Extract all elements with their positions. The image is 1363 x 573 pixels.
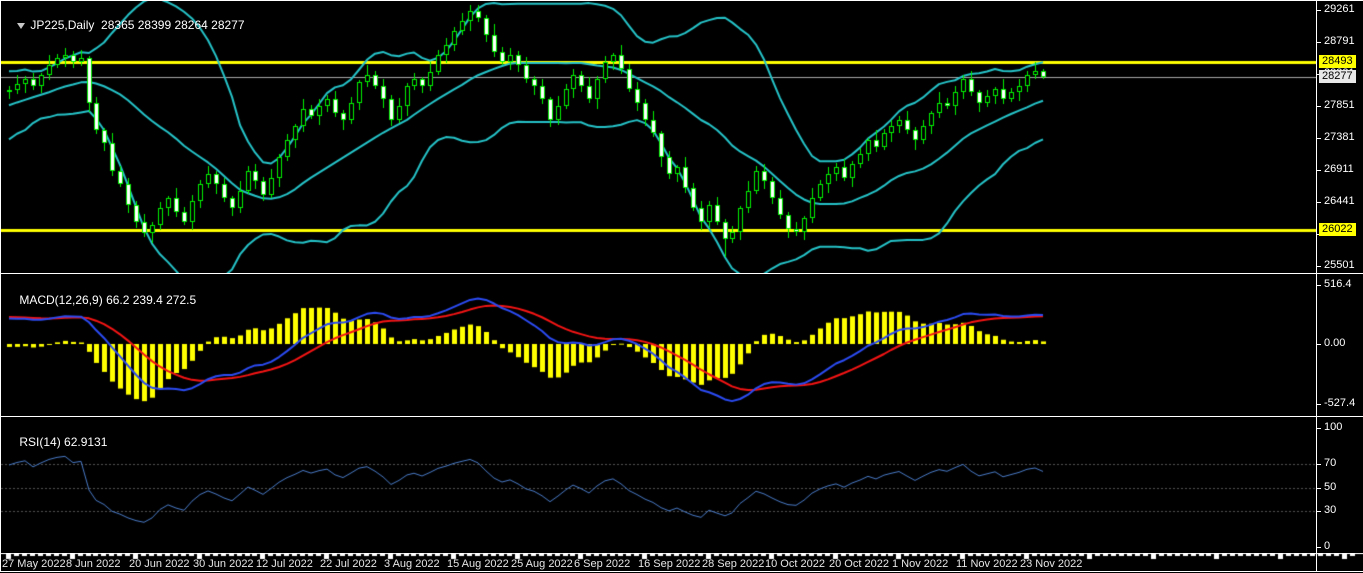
date-label: 15 Aug 2022 <box>447 558 509 570</box>
rsi-axis-tick: 0 <box>1324 540 1330 552</box>
price-axis-tick: 26441 <box>1324 195 1355 207</box>
price-axis-tick: 25501 <box>1324 259 1355 271</box>
price-axis-tick-mark <box>1317 106 1321 107</box>
price-axis-tick-mark <box>1317 42 1321 43</box>
symbol-dropdown-icon[interactable] <box>17 23 25 29</box>
price-axis-tick-mark <box>1317 138 1321 139</box>
rsi-axis-tick-mark <box>1317 488 1321 489</box>
price-axis-tick: 26911 <box>1324 163 1354 175</box>
price-axis-tick: 27381 <box>1324 131 1355 143</box>
rsi-axis-tick-mark <box>1317 547 1321 548</box>
price-axis[interactable]: 2926128791283212785127381269112644125971… <box>1316 0 1363 571</box>
date-label: 12 Jul 2022 <box>256 558 313 570</box>
price-axis-tick-mark <box>1317 202 1321 203</box>
macd-axis-tick: 0.00 <box>1324 337 1345 349</box>
date-label: 10 Oct 2022 <box>765 558 825 570</box>
macd-axis-tick-mark <box>1317 285 1321 286</box>
current-price-badge: 28277 <box>1319 70 1356 83</box>
macd-indicator-label: MACD(12,26,9) 66.2 239.4 272.5 <box>6 279 196 321</box>
date-label: 3 Aug 2022 <box>384 558 440 570</box>
chart-title: JP225,Daily 28365 28399 28264 28277 <box>4 4 245 46</box>
rsi-axis-tick-mark <box>1317 511 1321 512</box>
window-border-left <box>0 0 1 572</box>
rsi-axis-tick: 70 <box>1324 457 1336 469</box>
price-axis-tick-mark <box>1317 10 1321 11</box>
rsi-name: RSI(14) <box>19 435 60 449</box>
symbol-label: JP225,Daily <box>30 18 94 32</box>
window-border-bottom <box>0 571 1363 572</box>
price-axis-tick: 29261 <box>1324 3 1355 15</box>
price-axis-tick-mark <box>1317 170 1321 171</box>
date-label: 28 Sep 2022 <box>702 558 764 570</box>
rsi-axis-tick: 100 <box>1324 421 1342 433</box>
panel-separator[interactable] <box>0 273 1363 274</box>
macd-axis-tick-mark <box>1317 404 1321 405</box>
resistance-level-badge: 28493 <box>1319 55 1356 68</box>
support-level-badge: 26022 <box>1319 223 1356 236</box>
price-axis-tick: 28791 <box>1324 35 1355 47</box>
macd-values: 66.2 239.4 272.5 <box>106 293 196 307</box>
rsi-axis-tick: 50 <box>1324 481 1336 493</box>
date-label: 8 Jun 2022 <box>66 558 120 570</box>
macd-panel-canvas[interactable] <box>1 274 1316 416</box>
date-label: 25 Aug 2022 <box>511 558 573 570</box>
rsi-panel-canvas[interactable] <box>1 417 1316 553</box>
macd-axis-tick: -527.4 <box>1324 397 1355 409</box>
date-label: 16 Sep 2022 <box>638 558 700 570</box>
rsi-axis-tick: 30 <box>1324 504 1336 516</box>
macd-axis-tick-mark <box>1317 344 1321 345</box>
date-label: 1 Nov 2022 <box>892 558 948 570</box>
window-border-top <box>0 0 1363 1</box>
macd-axis-tick: 516.4 <box>1324 278 1352 290</box>
macd-name: MACD(12,26,9) <box>19 293 102 307</box>
date-label: 20 Jun 2022 <box>129 558 190 570</box>
rsi-axis-tick-mark <box>1317 428 1321 429</box>
date-label: 22 Jul 2022 <box>320 558 377 570</box>
trading-chart-window: JP225,Daily 28365 28399 28264 28277 MACD… <box>0 0 1363 573</box>
date-label: 20 Oct 2022 <box>829 558 889 570</box>
date-label: 11 Nov 2022 <box>956 558 1018 570</box>
date-label: 23 Nov 2022 <box>1020 558 1082 570</box>
rsi-axis-tick-mark <box>1317 464 1321 465</box>
price-axis-tick: 27851 <box>1324 99 1355 111</box>
rsi-indicator-label: RSI(14) 62.9131 <box>6 421 107 463</box>
ohlc-values: 28365 28399 28264 28277 <box>94 18 244 32</box>
date-label: 6 Sep 2022 <box>574 558 630 570</box>
time-axis[interactable]: 27 May 20228 Jun 2022 20 Jun 202230 Jun 2… <box>0 553 1363 571</box>
price-axis-tick-mark <box>1317 266 1321 267</box>
date-label: 30 Jun 2022 <box>193 558 254 570</box>
date-label: 27 May 2022 <box>2 558 66 570</box>
panel-separator[interactable] <box>0 416 1363 417</box>
rsi-value: 62.9131 <box>64 435 107 449</box>
